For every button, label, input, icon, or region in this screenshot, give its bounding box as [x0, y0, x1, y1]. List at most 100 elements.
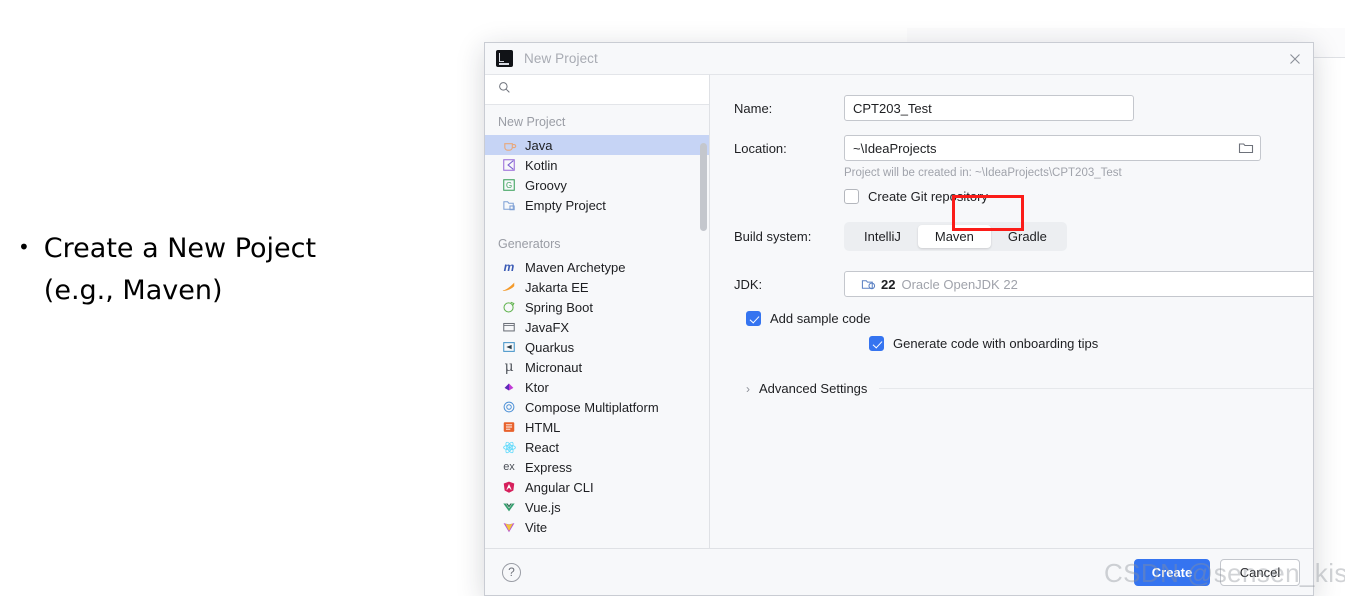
location-row: Location: [734, 135, 1313, 161]
build-system-option-gradle[interactable]: Gradle [991, 225, 1064, 248]
slide-body-text: Create a New Poject (e.g., Maven) [43, 233, 317, 306]
list-item-label: Micronaut [525, 359, 583, 375]
kotlin-icon [501, 157, 517, 173]
list-item-ktor[interactable]: Ktor [485, 377, 709, 397]
onboarding-tips-label: Generate code with onboarding tips [893, 336, 1099, 351]
list-item-express[interactable]: ex Express [485, 457, 709, 477]
jdk-name: Oracle OpenJDK 22 [901, 276, 1018, 292]
project-settings-pane: Name: Location: Project will be created … [710, 74, 1313, 595]
build-system-label: Build system: [734, 229, 812, 244]
intellij-idea-logo-icon [496, 50, 513, 67]
add-sample-code-checkbox[interactable] [746, 311, 761, 326]
template-list-scrollbar[interactable] [700, 143, 707, 557]
list-item-label: Kotlin [525, 157, 558, 173]
ktor-icon [501, 379, 517, 395]
scrollbar-thumb[interactable] [700, 143, 707, 231]
list-item-label: Groovy [525, 177, 567, 193]
list-item-label: Vue.js [525, 499, 561, 515]
location-hint: Project will be created in: ~\IdeaProjec… [844, 167, 1122, 179]
list-item-compose-multiplatform[interactable]: Compose Multiplatform [485, 397, 709, 417]
slide-bullet-text: • Create a New Poject (e.g., Maven) [18, 228, 438, 312]
list-item-label: React [525, 439, 559, 455]
react-icon [501, 439, 517, 455]
list-item-java[interactable]: Java [485, 135, 709, 155]
advanced-settings-row[interactable]: › Advanced Settings [746, 381, 1313, 396]
svg-text:G: G [506, 181, 512, 190]
list-item-kotlin[interactable]: Kotlin [485, 155, 709, 175]
list-item-label: Java [525, 137, 553, 153]
new-project-dialog: New Project New Project Java Kotlin G Gr… [484, 42, 1314, 596]
folder-icon[interactable] [1238, 140, 1254, 156]
list-item-vuejs[interactable]: Vue.js [485, 497, 709, 517]
chevron-right-icon: › [746, 381, 750, 396]
template-list-pane: New Project Java Kotlin G Groovy Empty P… [485, 74, 710, 595]
project-name-input[interactable] [844, 95, 1134, 121]
search-icon [498, 81, 511, 99]
git-repository-row: Create Git repository [844, 189, 1313, 204]
list-item-groovy[interactable]: G Groovy [485, 175, 709, 195]
name-label: Name: [734, 100, 773, 116]
list-item-vite[interactable]: Vite [485, 517, 709, 537]
quarkus-icon [501, 339, 517, 355]
project-location-input[interactable] [844, 135, 1261, 161]
list-item-label: Ktor [525, 379, 549, 395]
build-system-option-maven[interactable]: Maven [917, 225, 991, 248]
angular-icon [501, 479, 517, 495]
advanced-settings-divider [879, 388, 1313, 389]
html5-icon [501, 419, 517, 435]
java-icon [501, 137, 517, 153]
search-input[interactable] [519, 82, 709, 97]
list-item-micronaut[interactable]: μ Micronaut [485, 357, 709, 377]
list-item-label: Quarkus [525, 339, 575, 355]
jdk-selector[interactable]: 22 Oracle OpenJDK 22 [844, 271, 1313, 297]
list-item-label: Express [525, 459, 572, 475]
micronaut-icon: μ [504, 359, 514, 375]
build-system-option-intellij[interactable]: IntelliJ [847, 225, 918, 248]
list-item-label: JavaFX [525, 319, 570, 335]
list-item-angular-cli[interactable]: Angular CLI [485, 477, 709, 497]
build-system-selector[interactable]: IntelliJ Maven Gradle [844, 222, 1067, 251]
create-git-repository-checkbox[interactable] [844, 189, 859, 204]
template-list[interactable]: New Project Java Kotlin G Groovy Empty P… [485, 105, 709, 557]
list-item-maven-archetype[interactable]: m Maven Archetype [485, 257, 709, 277]
list-item-label: Spring Boot [525, 299, 593, 315]
build-system-row: Build system: IntelliJ Maven Gradle [734, 222, 1313, 251]
list-item-javafx[interactable]: JavaFX [485, 317, 709, 337]
javafx-icon [501, 319, 517, 335]
onboarding-tips-row: Generate code with onboarding tips [869, 336, 1313, 351]
cancel-button[interactable]: Cancel [1220, 558, 1300, 586]
onboarding-tips-checkbox[interactable] [869, 336, 884, 351]
help-icon[interactable]: ? [502, 562, 521, 582]
list-item-html[interactable]: HTML [485, 417, 709, 437]
maven-icon: m [503, 260, 515, 274]
bullet-glyph: • [18, 235, 30, 259]
create-button[interactable]: Create [1134, 558, 1210, 586]
groovy-icon: G [501, 177, 517, 193]
list-item-react[interactable]: React [485, 437, 709, 457]
vite-icon [501, 519, 517, 535]
close-icon[interactable] [1287, 51, 1303, 67]
help-label: ? [508, 565, 515, 579]
list-item-jakarta-ee[interactable]: Jakarta EE [485, 277, 709, 297]
create-git-repository-label: Create Git repository [868, 189, 988, 204]
search-row [485, 75, 709, 105]
screenshot-root: • Create a New Poject (e.g., Maven) 2 cl… [0, 0, 1345, 596]
dialog-title: New Project [524, 51, 598, 66]
dialog-footer: ? Create Cancel [485, 548, 1313, 595]
list-item-label: HTML [525, 419, 561, 435]
advanced-settings-label: Advanced Settings [759, 381, 868, 396]
list-item-quarkus[interactable]: Quarkus [485, 337, 709, 357]
dialog-titlebar: New Project [485, 43, 1313, 74]
group-label-generators: Generators [498, 237, 561, 251]
jdk-version: 22 [881, 276, 896, 292]
list-item-empty-project[interactable]: Empty Project [485, 195, 709, 215]
jakarta-icon [501, 279, 517, 295]
list-item-spring-boot[interactable]: Spring Boot [485, 297, 709, 317]
list-item-label: Empty Project [525, 197, 606, 213]
list-item-label: Vite [525, 519, 548, 535]
list-item-label: Compose Multiplatform [525, 399, 659, 415]
dialog-body: New Project Java Kotlin G Groovy Empty P… [485, 74, 1313, 595]
jdk-row: JDK: 22 Oracle OpenJDK 22 [734, 271, 1313, 297]
compose-icon [501, 399, 517, 415]
list-gap [485, 215, 709, 233]
